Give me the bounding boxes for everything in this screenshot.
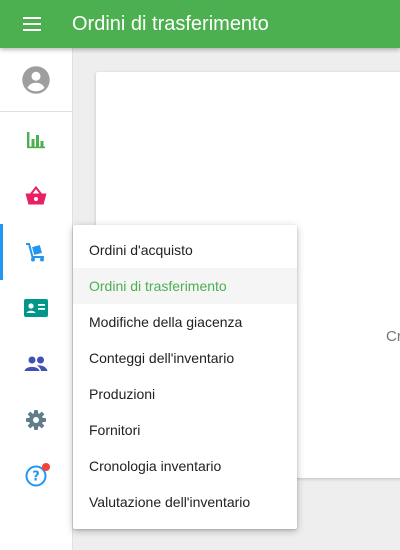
sidebar-item-sales[interactable] <box>0 168 72 224</box>
sidebar-item-reports[interactable] <box>0 112 72 168</box>
people-icon <box>24 356 48 371</box>
sidebar-item-help[interactable]: ? <box>0 448 72 504</box>
menu-item-valutazione-inventario[interactable]: Valutazione dell'inventario <box>73 484 297 520</box>
sidebar-item-account[interactable] <box>0 52 72 108</box>
page-title: Ordini di trasferimento <box>72 13 269 35</box>
sidebar-nav: ? <box>0 48 73 550</box>
menu-item-cronologia-inventario[interactable]: Cronologia inventario <box>73 448 297 484</box>
menu-item-ordini-trasferimento[interactable]: Ordini di trasferimento <box>73 268 297 304</box>
app-bar: Ordini di trasferimento <box>0 0 400 48</box>
account-circle-icon <box>22 66 50 94</box>
hamburger-menu-icon[interactable] <box>20 12 44 36</box>
svg-text:?: ? <box>32 470 40 485</box>
sidebar-item-settings[interactable] <box>0 392 72 448</box>
sidebar-item-employees[interactable] <box>0 336 72 392</box>
card-text: Cr <box>386 328 400 345</box>
sidebar-item-inventory[interactable] <box>0 224 72 280</box>
id-card-icon <box>24 299 48 317</box>
menu-item-modifiche-giacenza[interactable]: Modifiche della giacenza <box>73 304 297 340</box>
sidebar-item-customers[interactable] <box>0 280 72 336</box>
menu-item-fornitori[interactable]: Fornitori <box>73 412 297 448</box>
basket-icon <box>25 185 47 205</box>
menu-item-produzioni[interactable]: Produzioni <box>73 376 297 412</box>
menu-item-conteggi-inventario[interactable]: Conteggi dell'inventario <box>73 340 297 376</box>
dolly-icon <box>26 243 44 262</box>
help-icon-wrapper: ? <box>25 463 50 487</box>
notification-badge <box>42 463 50 471</box>
bar-chart-icon <box>27 132 45 149</box>
gear-icon <box>26 410 46 430</box>
inventory-submenu: Ordini d'acquisto Ordini di trasferiment… <box>73 225 297 529</box>
menu-item-ordini-acquisto[interactable]: Ordini d'acquisto <box>73 232 297 268</box>
